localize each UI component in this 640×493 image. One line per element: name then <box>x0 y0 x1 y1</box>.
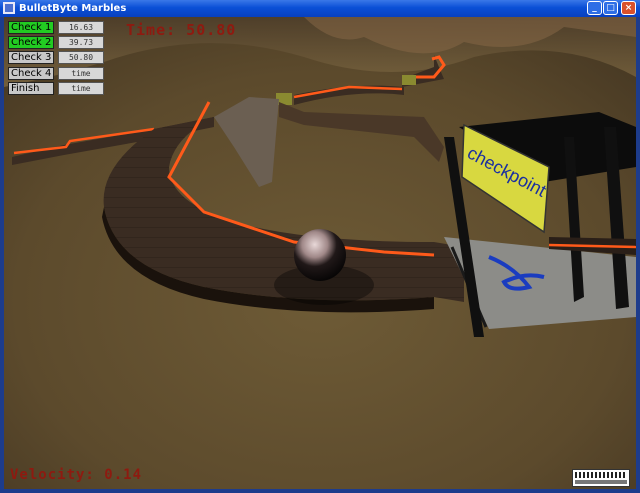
checkpoint-3-time: 50.80 <box>58 51 104 64</box>
checkpoint-4-time: time <box>58 67 104 80</box>
checkpoint-1-time: 16.63 <box>58 21 104 34</box>
checkpoint-2-label: Check 2 <box>8 36 54 49</box>
checkpoint-2-time: 39.73 <box>58 36 104 49</box>
marble <box>294 229 346 281</box>
checkpoint-3-label: Check 3 <box>8 51 54 64</box>
engine-logo <box>572 469 630 487</box>
finish-label: Finish <box>8 82 54 95</box>
window-title: BulletByte Marbles <box>19 3 127 14</box>
race-timer: Time: 50.80 <box>126 21 237 39</box>
app-icon <box>3 2 15 14</box>
checkpoint-4-label: Check 4 <box>8 67 54 80</box>
logo-strip <box>575 480 627 484</box>
logo-pattern <box>575 472 627 478</box>
minimize-icon[interactable]: _ <box>587 1 602 15</box>
maximize-icon[interactable]: □ <box>603 1 618 15</box>
finish-time: time <box>58 82 104 95</box>
game-viewport[interactable]: checkpoint Check 1 16.63 Check 2 39.73 C… <box>4 17 636 489</box>
velocity-readout: Velocity: 0.14 <box>10 467 143 483</box>
checkpoint-1-label: Check 1 <box>8 21 54 34</box>
close-icon[interactable]: × <box>621 1 636 15</box>
game-window: BulletByte Marbles _ □ × checkpoint Chec… <box>0 0 640 493</box>
title-bar[interactable]: BulletByte Marbles _ □ × <box>0 0 640 17</box>
